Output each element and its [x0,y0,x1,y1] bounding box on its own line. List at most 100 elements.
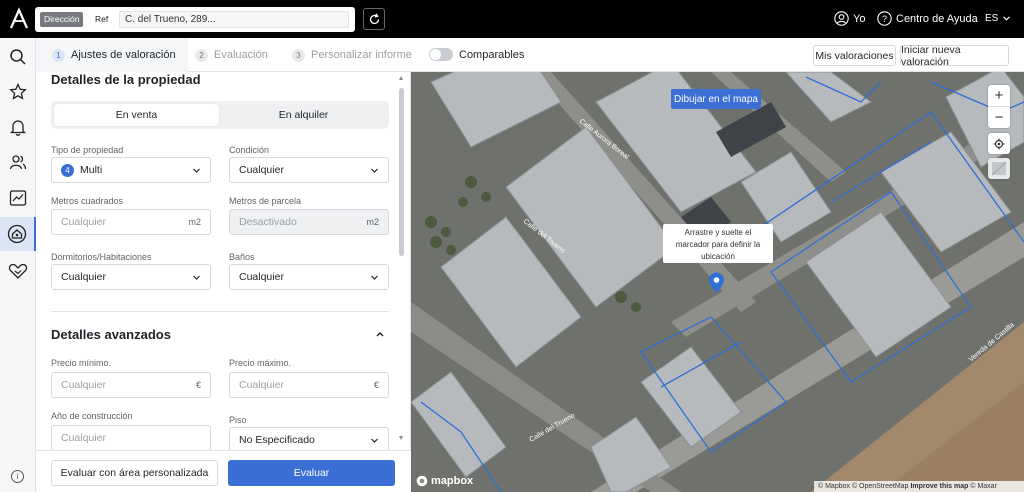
app-logo[interactable] [8,7,30,31]
attribution-text[interactable]: © Mapbox © OpenStreetMap [818,483,908,490]
nav-alerts[interactable] [0,110,36,144]
user-menu[interactable]: Yo [834,11,865,26]
draw-on-map-button[interactable]: Dibujar en el mapa [671,89,761,109]
address-search[interactable]: Dirección Ref C. del Trueno, 289... [35,7,355,32]
step-evaluation[interactable]: 2 Evaluación [195,38,268,72]
plus-icon: + [994,87,1004,104]
language-label: ES [985,13,999,24]
plot-input: Desactivado m2 [229,209,389,235]
max-price-input[interactable]: Cualquier € [229,372,389,398]
rooms-select[interactable]: Cualquier [51,264,211,290]
plot-unit: m2 [366,217,379,227]
map-style-button[interactable] [988,158,1010,179]
plot-label: Metros de parcela [229,196,302,206]
marker-tooltip: Arrastre y suelte el marcador para defin… [663,224,773,263]
floor-label: Piso [229,415,247,425]
condition-label: Condición [229,145,270,155]
nav-partners[interactable] [0,254,36,288]
step-settings[interactable]: 1 Ajustes de valoración [36,38,188,72]
property-type-label: Tipo de propiedad [51,145,124,155]
baths-select[interactable]: Cualquier [229,264,389,290]
zoom-out-button[interactable]: − [988,107,1010,128]
zoom-in-button[interactable]: + [988,85,1010,106]
comparables-toggle[interactable] [429,48,453,61]
maxar-link[interactable]: © Maxar [970,483,997,490]
new-valuation-button[interactable]: Iniciar nueva valoración [900,44,1009,68]
max-price-unit: € [373,380,379,390]
chevron-down-icon [1003,16,1011,21]
home-valuation-icon [7,224,27,244]
svg-text:?: ? [882,14,887,24]
step-number: 3 [292,48,305,62]
improve-map-link[interactable]: Improve this map [910,483,968,490]
sale-tab[interactable]: En venta [54,104,219,126]
user-label: Yo [853,12,866,25]
my-valuations-button[interactable]: Mis valoraciones [813,45,896,66]
star-icon [9,83,27,100]
min-price-unit: € [195,380,201,390]
property-details-title: Detalles de la propiedad [51,72,201,87]
section-divider [51,311,389,312]
custom-area-button[interactable]: Evaluar con área personalizada [51,460,218,486]
help-center-link[interactable]: ? Centro de Ayuda [877,11,978,26]
advanced-details-title: Detalles avanzados [51,327,171,342]
location-marker-icon[interactable] [708,272,725,294]
rooms-label: Dormitorios/Habitaciones [51,252,152,262]
ref-mode-tab[interactable]: Ref [93,12,110,27]
top-bar: Dirección Ref C. del Trueno, 289... Yo ?… [0,0,1024,38]
refresh-button[interactable] [363,8,385,30]
map-attribution: © Mapbox © OpenStreetMap Improve this ma… [814,481,1024,492]
nav-search[interactable] [0,40,36,74]
steps-bar: 1 Ajustes de valoración 2 Evaluación 3 P… [36,38,1024,72]
sqm-unit: m2 [188,217,201,227]
users-icon [9,155,27,170]
help-icon: ? [877,11,892,26]
zoom-control: + − [988,85,1010,128]
nav-contacts[interactable] [0,145,36,179]
evaluate-button[interactable]: Evaluar [228,460,395,486]
locate-icon [993,138,1005,149]
chevron-down-icon [193,275,200,280]
min-price-input[interactable]: Cualquier € [51,372,211,398]
form-scrollbar[interactable] [399,76,404,440]
chevron-down-icon [371,438,378,443]
year-input[interactable]: Cualquier [51,425,211,451]
sqm-placeholder: Cualquier [61,216,106,228]
plot-placeholder: Desactivado [239,216,297,228]
baths-value: Cualquier [239,271,284,283]
address-mode-tab[interactable]: Dirección [40,12,84,27]
help-label: Centro de Ayuda [896,12,978,25]
nav-valuation[interactable] [0,217,36,251]
mapbox-logo[interactable]: mapbox [416,475,473,487]
condition-value: Cualquier [239,164,284,176]
min-price-label: Precio mínimo. [51,358,112,368]
comparables-toggle-group: Comparables [429,48,524,61]
year-label: Año de construcción [51,411,133,421]
address-input[interactable]: C. del Trueno, 289... [119,11,349,28]
property-type-select[interactable]: 4 Multi [51,157,211,183]
tooltip-line: ubicación [701,252,735,261]
year-placeholder: Cualquier [61,432,106,444]
scroll-thumb[interactable] [399,88,404,256]
max-price-label: Precio máximo. [229,358,292,368]
geolocate-button[interactable] [988,133,1010,154]
sqm-input[interactable]: Cualquier m2 [51,209,211,235]
nav-favorites[interactable] [0,75,36,109]
chevron-down-icon [193,168,200,173]
step-customize-report[interactable]: 3 Personalizar informe [292,38,412,72]
floor-value: No Especificado [239,434,315,446]
max-price-placeholder: Cualquier [239,379,284,391]
tooltip-line: Arrastre y suelte el [684,228,752,237]
info-icon[interactable]: i [11,470,24,483]
condition-select[interactable]: Cualquier [229,157,389,183]
language-selector[interactable]: ES [985,13,1011,24]
chevron-down-icon [371,275,378,280]
scroll-up-icon[interactable] [399,76,403,80]
mapbox-icon [416,475,428,487]
tooltip-line: marcador para definir la [675,240,761,249]
chevron-up-icon[interactable] [376,331,384,337]
sqm-label: Metros cuadrados [51,196,124,206]
nav-analytics[interactable] [0,181,36,215]
rent-tab[interactable]: En alquiler [221,104,386,126]
scroll-down-icon[interactable] [399,436,403,440]
